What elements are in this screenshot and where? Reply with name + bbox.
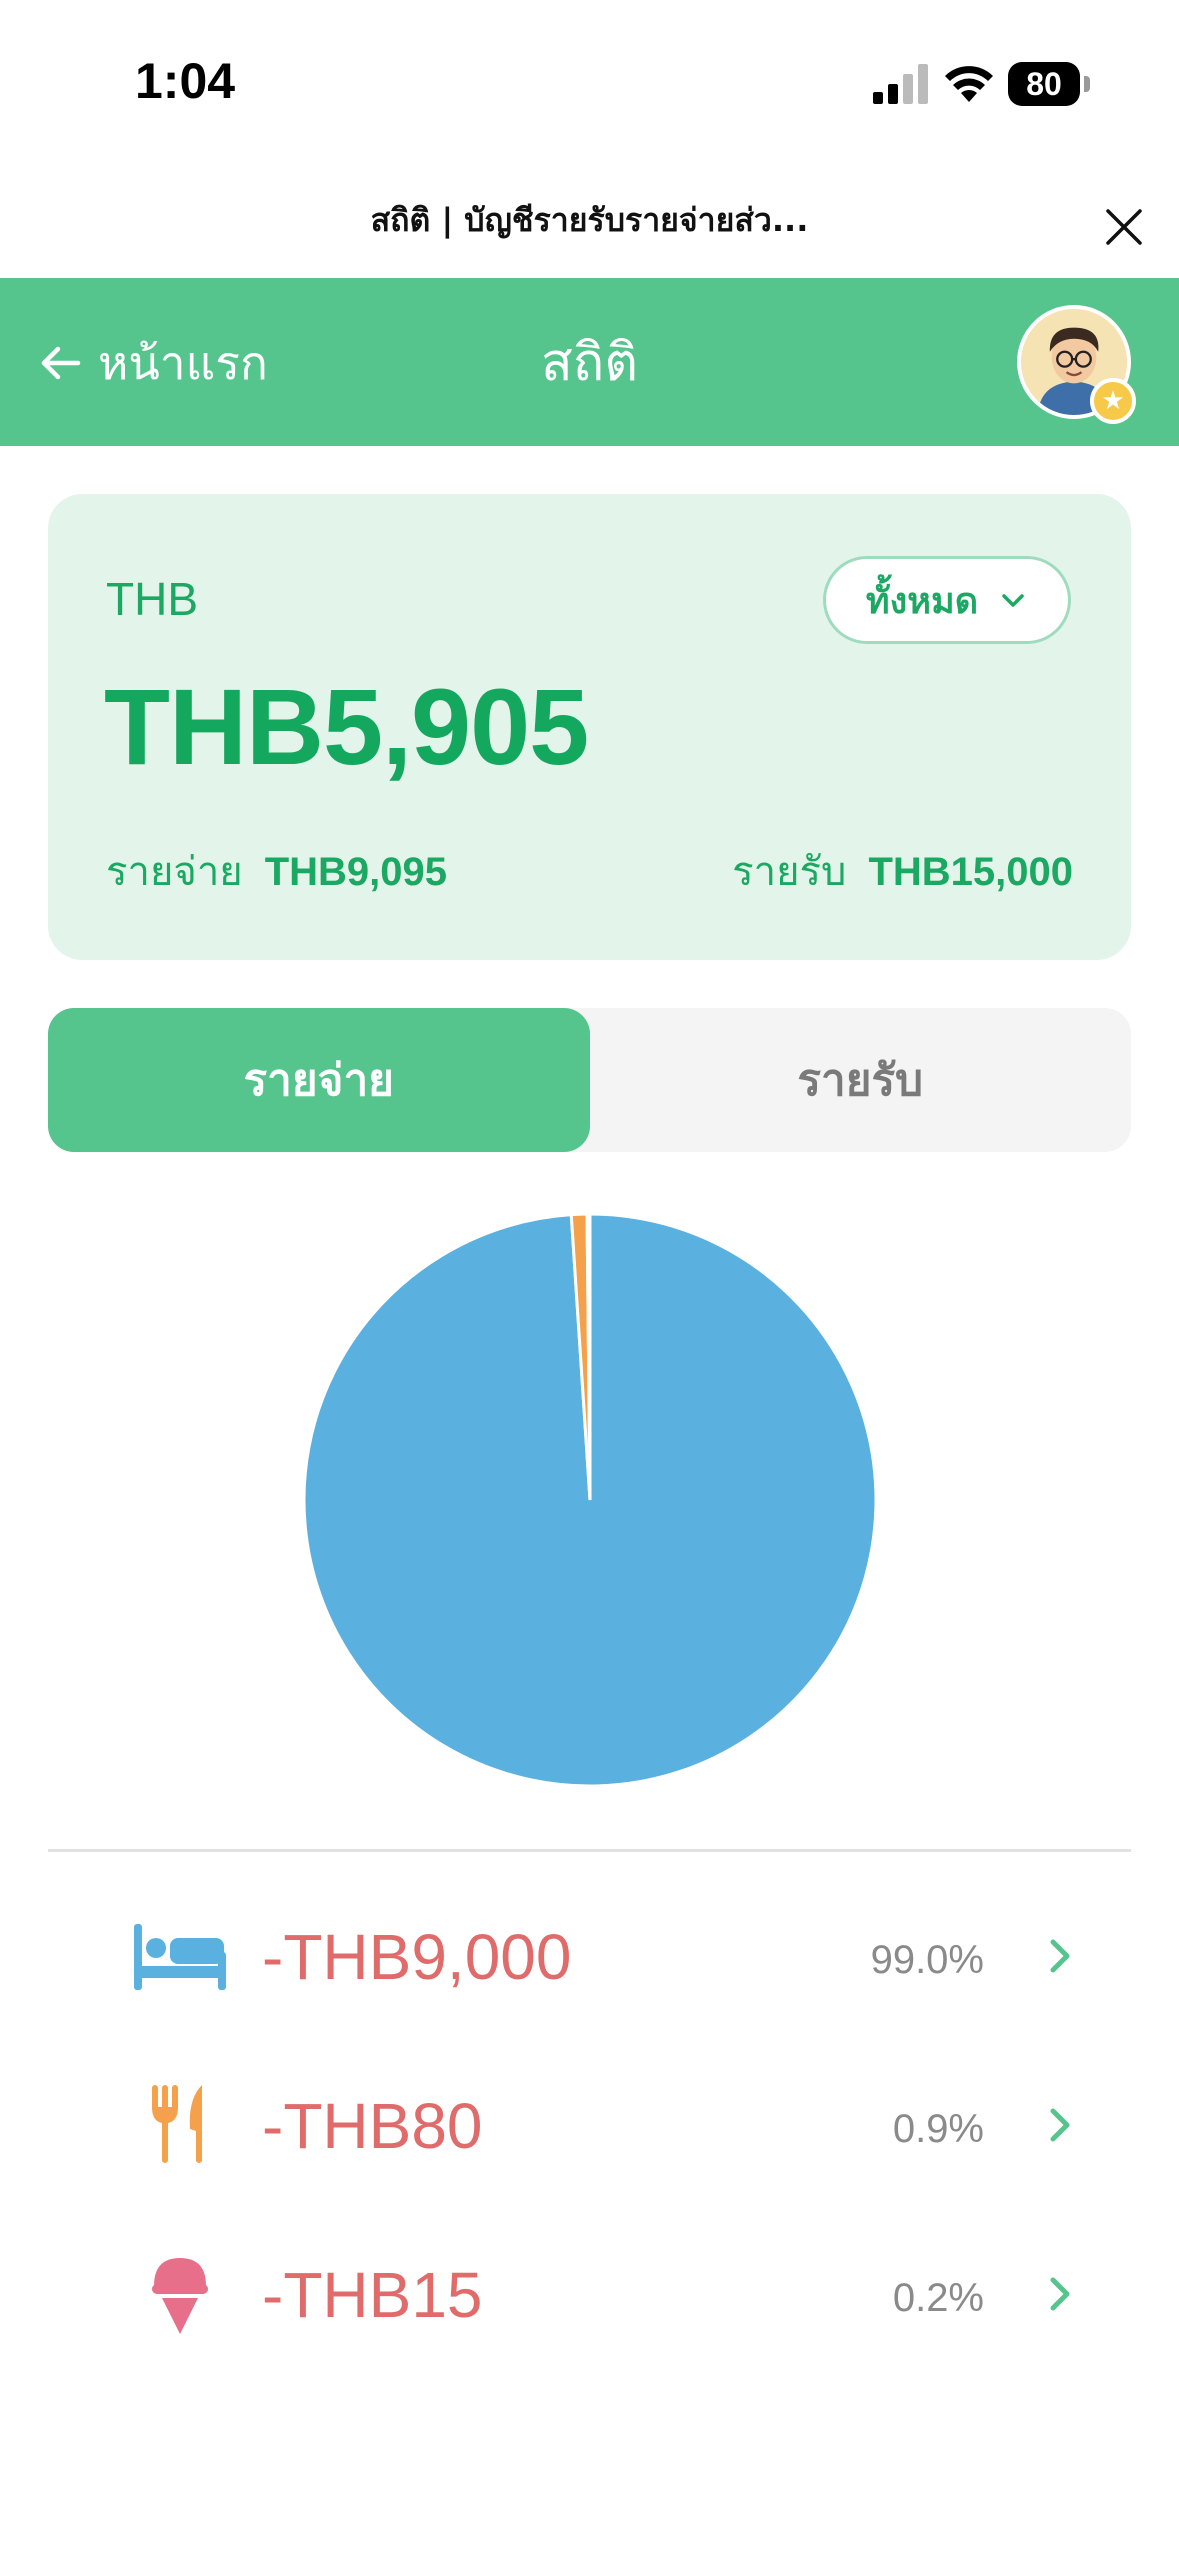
chevron-right-icon — [1050, 1939, 1070, 1973]
summary-card: THB ทั้งหมด THB5,905 รายจ่าย THB9,095 ราย… — [48, 494, 1131, 960]
type-tabs: รายจ่าย รายรับ — [48, 1008, 1131, 1152]
chevron-down-icon — [1002, 594, 1024, 607]
expense-summary-label: รายจ่าย — [106, 849, 243, 895]
income-summary-label: รายรับ — [732, 849, 847, 895]
divider — [48, 1849, 1131, 1852]
income-summary: รายรับ THB15,000 — [732, 839, 1073, 903]
category-percent: 99.0% — [870, 1938, 984, 1982]
close-icon[interactable] — [1104, 207, 1144, 247]
chevron-right-icon — [1050, 2108, 1070, 2142]
category-amount: -THB9,000 — [262, 1921, 572, 1993]
chevron-right-icon — [1050, 2277, 1070, 2311]
filter-dropdown[interactable]: ทั้งหมด — [823, 556, 1071, 644]
page-title: สถิติ — [541, 333, 638, 393]
expense-pie-chart — [302, 1212, 878, 1788]
wifi-icon — [945, 66, 993, 102]
battery-indicator: 80 — [1008, 62, 1080, 106]
signal-icon — [873, 64, 928, 104]
category-row-accommodation[interactable]: -THB9,000 99.0% — [0, 1886, 1179, 2026]
expense-summary: รายจ่าย THB9,095 — [106, 839, 447, 903]
battery-cap — [1084, 76, 1090, 92]
category-percent: 0.2% — [892, 2276, 984, 2320]
bed-icon — [134, 1924, 226, 1990]
status-bar: 1:04 80 — [0, 0, 1179, 170]
browser-title: สถิติ | บัญชีรายรับรายจ่ายส่ว... — [370, 201, 809, 239]
status-time: 1:04 — [135, 53, 236, 109]
tab-expense[interactable]: รายจ่าย — [48, 1008, 590, 1152]
filter-label: ทั้งหมด — [865, 580, 979, 622]
tab-income[interactable]: รายรับ — [590, 1008, 1132, 1152]
nav-header: หน้าแรก สถิติ — [0, 278, 1179, 446]
balance-amount: THB5,905 — [104, 666, 589, 787]
category-row-food[interactable]: -THB80 0.9% — [0, 2055, 1179, 2195]
star-badge-icon: ★ — [1090, 378, 1136, 424]
category-percent: 0.9% — [892, 2107, 984, 2151]
ice-cream-icon — [152, 2258, 208, 2334]
income-summary-value: THB15,000 — [868, 850, 1073, 894]
currency-label: THB — [106, 573, 198, 625]
category-amount: -THB15 — [262, 2259, 483, 2331]
utensils-icon — [152, 2085, 202, 2163]
expense-summary-value: THB9,095 — [264, 850, 448, 894]
category-row-snack[interactable]: -THB15 0.2% — [0, 2224, 1179, 2364]
category-amount: -THB80 — [262, 2090, 483, 2162]
